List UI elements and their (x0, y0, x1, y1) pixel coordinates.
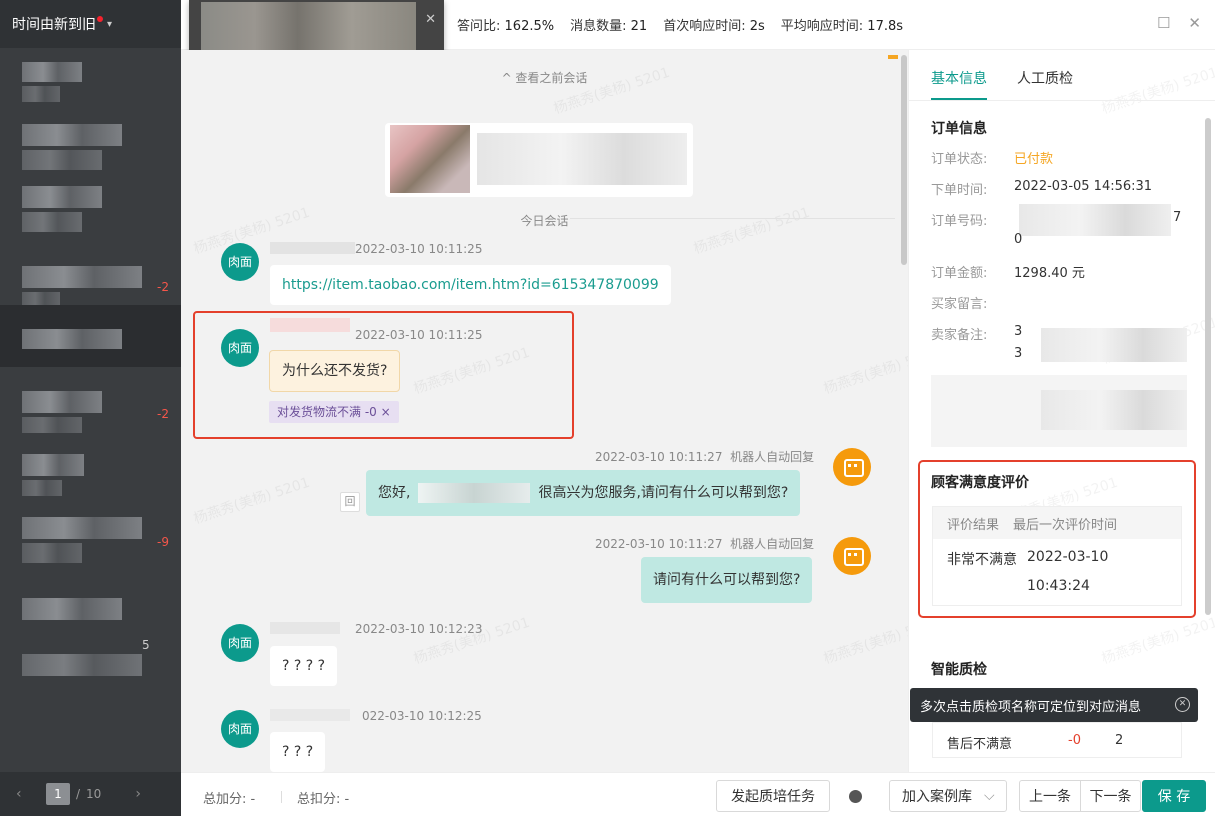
score-badge: -2 (157, 407, 169, 421)
conversation-tail-text: 5 (142, 638, 150, 652)
chevron-right-icon[interactable]: › (135, 786, 155, 802)
customer-name (270, 242, 355, 254)
customer-avatar: 肉面 (221, 624, 259, 662)
tab-basic-info[interactable]: 基本信息 (931, 68, 987, 100)
customer-avatar: 肉面 (221, 329, 259, 367)
sort-label: 时间由新到旧 (12, 17, 96, 33)
product-title (477, 133, 687, 185)
reply-ratio-stat: 答问比: 162.5% (457, 19, 555, 34)
bot-message-bubble: 您好, 很高兴为您服务,请问有什么可以帮到您? (366, 470, 801, 516)
satisfaction-title: 顾客满意度评价 (931, 475, 1029, 491)
message-bubble: ? ? ? ? (270, 646, 338, 686)
save-button[interactable]: 保 存 (1142, 780, 1206, 812)
conversation-item[interactable] (0, 52, 181, 120)
order-info-title: 订单信息 (931, 121, 987, 137)
close-icon[interactable]: ✕ (1188, 14, 1201, 32)
qc-item-name[interactable]: 售后不满意 (947, 733, 1012, 752)
seller-note (1041, 328, 1187, 362)
pager-total-pages: 10 (86, 787, 102, 801)
robot-icon (833, 537, 871, 575)
order-number (1019, 204, 1171, 236)
customer-name (270, 709, 350, 721)
chat-scrollbar[interactable] (901, 55, 907, 265)
chevron-down-icon: ▾ (107, 18, 113, 30)
qc-item-score: -0 (1068, 733, 1081, 748)
satisfaction-table: 评价结果 最后一次评价时间 非常不满意 2022-03-10 10:43:24 (932, 506, 1182, 606)
message-time: 022-03-10 10:12:25 (362, 709, 482, 723)
pager-current-page[interactable]: 1 (46, 783, 70, 805)
prev-button[interactable]: 上一条 (1020, 781, 1080, 811)
qc-tooltip: 多次点击质检项名称可定位到对应消息 ✕ (910, 688, 1198, 722)
col-eval-time: 最后一次评价时间 (1013, 517, 1118, 533)
customer-name (270, 622, 340, 634)
close-tooltip-icon[interactable]: ✕ (1175, 697, 1190, 712)
bot-message-meta: 2022-03-10 10:11:27 机器人自动回复 (595, 537, 815, 551)
sort-dropdown[interactable]: 时间由新到旧 ▾ (0, 0, 181, 48)
score-badge: -2 (157, 280, 169, 294)
view-previous-link[interactable]: ^ 查看之前会话 (181, 69, 908, 86)
conversation-sidebar: 时间由新到旧 ▾ -2 -2 -9 5 ‹ 1 / 10 › (0, 0, 181, 816)
bug-icon[interactable] (849, 790, 862, 803)
first-response-stat: 首次响应时间: 2s (663, 19, 765, 34)
smart-qc-title: 智能质检 (931, 662, 987, 678)
product-card[interactable] (385, 123, 693, 197)
conversation-item[interactable]: -2 (0, 385, 181, 453)
message-icon[interactable]: 回 (340, 492, 360, 512)
start-training-button[interactable]: 发起质培任务 (716, 780, 830, 812)
maximize-icon[interactable]: ☐ (1157, 14, 1170, 32)
add-case-dropdown[interactable]: 加入案例库 ⌵ (889, 780, 1007, 812)
conversation-item-active[interactable] (0, 305, 181, 367)
position-marker (888, 55, 898, 59)
message-bubble: ? ? ? (270, 732, 326, 772)
message-time: 2022-03-10 10:11:25 (355, 242, 483, 256)
total-deduct-score: 总扣分: - (297, 792, 350, 807)
order-status: 已付款 (1014, 152, 1054, 167)
qc-tag[interactable]: 对发货物流不满 -0 × (269, 401, 399, 423)
message-bubble: 为什么还不发货? (269, 350, 401, 392)
sidebar-pagination: ‹ 1 / 10 › (0, 772, 181, 816)
conversation-item[interactable] (0, 452, 181, 520)
close-popup-icon[interactable]: ✕ (425, 12, 436, 27)
robot-icon (833, 448, 871, 486)
score-badge: -9 (157, 535, 169, 549)
total-add-score: 总加分: - (203, 792, 256, 807)
customer-name (270, 318, 350, 332)
conversation-item[interactable]: 5 (0, 592, 181, 676)
tab-manual-qc[interactable]: 人工质检 (1017, 68, 1073, 100)
product-image (390, 125, 470, 193)
next-button[interactable]: 下一条 (1080, 781, 1140, 811)
eval-result: 非常不满意 (947, 552, 1017, 568)
avg-response-stat: 平均响应时间: 17.8s (780, 19, 904, 34)
chevron-left-icon[interactable]: ‹ (16, 786, 36, 802)
bot-message-bubble: 请问有什么可以帮到您? (641, 557, 813, 603)
info-panel: 杨燕秀(美杨) 5201 杨燕秀(美杨) 5201 杨燕秀(美杨) 5201 杨… (908, 50, 1215, 772)
qc-item-count: 2 (1115, 733, 1124, 748)
message-link[interactable]: https://item.taobao.com/item.htm?id=6153… (270, 265, 671, 305)
conversation-item[interactable]: -9 (0, 515, 181, 583)
message-time: 2022-03-10 10:12:23 (355, 622, 483, 636)
eval-date: 2022-03-10 (1027, 549, 1109, 565)
bot-message-meta: 2022-03-10 10:11:27 机器人自动回复 (595, 450, 815, 464)
col-eval-result: 评价结果 (947, 517, 1000, 533)
qc-item-row[interactable]: 售后不满意 -0 2 (932, 722, 1182, 758)
conversation-item[interactable] (0, 118, 181, 186)
message-count-stat: 消息数量: 21 (570, 19, 648, 34)
pager-buttons: 上一条 下一条 (1019, 780, 1141, 812)
message-time: 2022-03-10 10:11:25 (355, 328, 483, 342)
conversation-item[interactable] (0, 184, 181, 252)
action-bar: 总加分: - 总扣分: - 发起质培任务 加入案例库 ⌵ 上一条 下一条 保 存 (181, 772, 1215, 816)
customer-avatar: 肉面 (221, 710, 259, 748)
customer-avatar: 肉面 (221, 243, 259, 281)
today-divider: 今日会话 (520, 214, 569, 228)
eval-time: 10:43:24 (1027, 578, 1090, 594)
chevron-down-icon: ⌵ (984, 788, 995, 804)
order-time: 2022-03-05 14:56:31 (1014, 179, 1153, 194)
notification-dot (97, 16, 103, 22)
order-amount: 1298.40 元 (1014, 266, 1085, 281)
panel-scrollbar[interactable] (1205, 118, 1211, 615)
